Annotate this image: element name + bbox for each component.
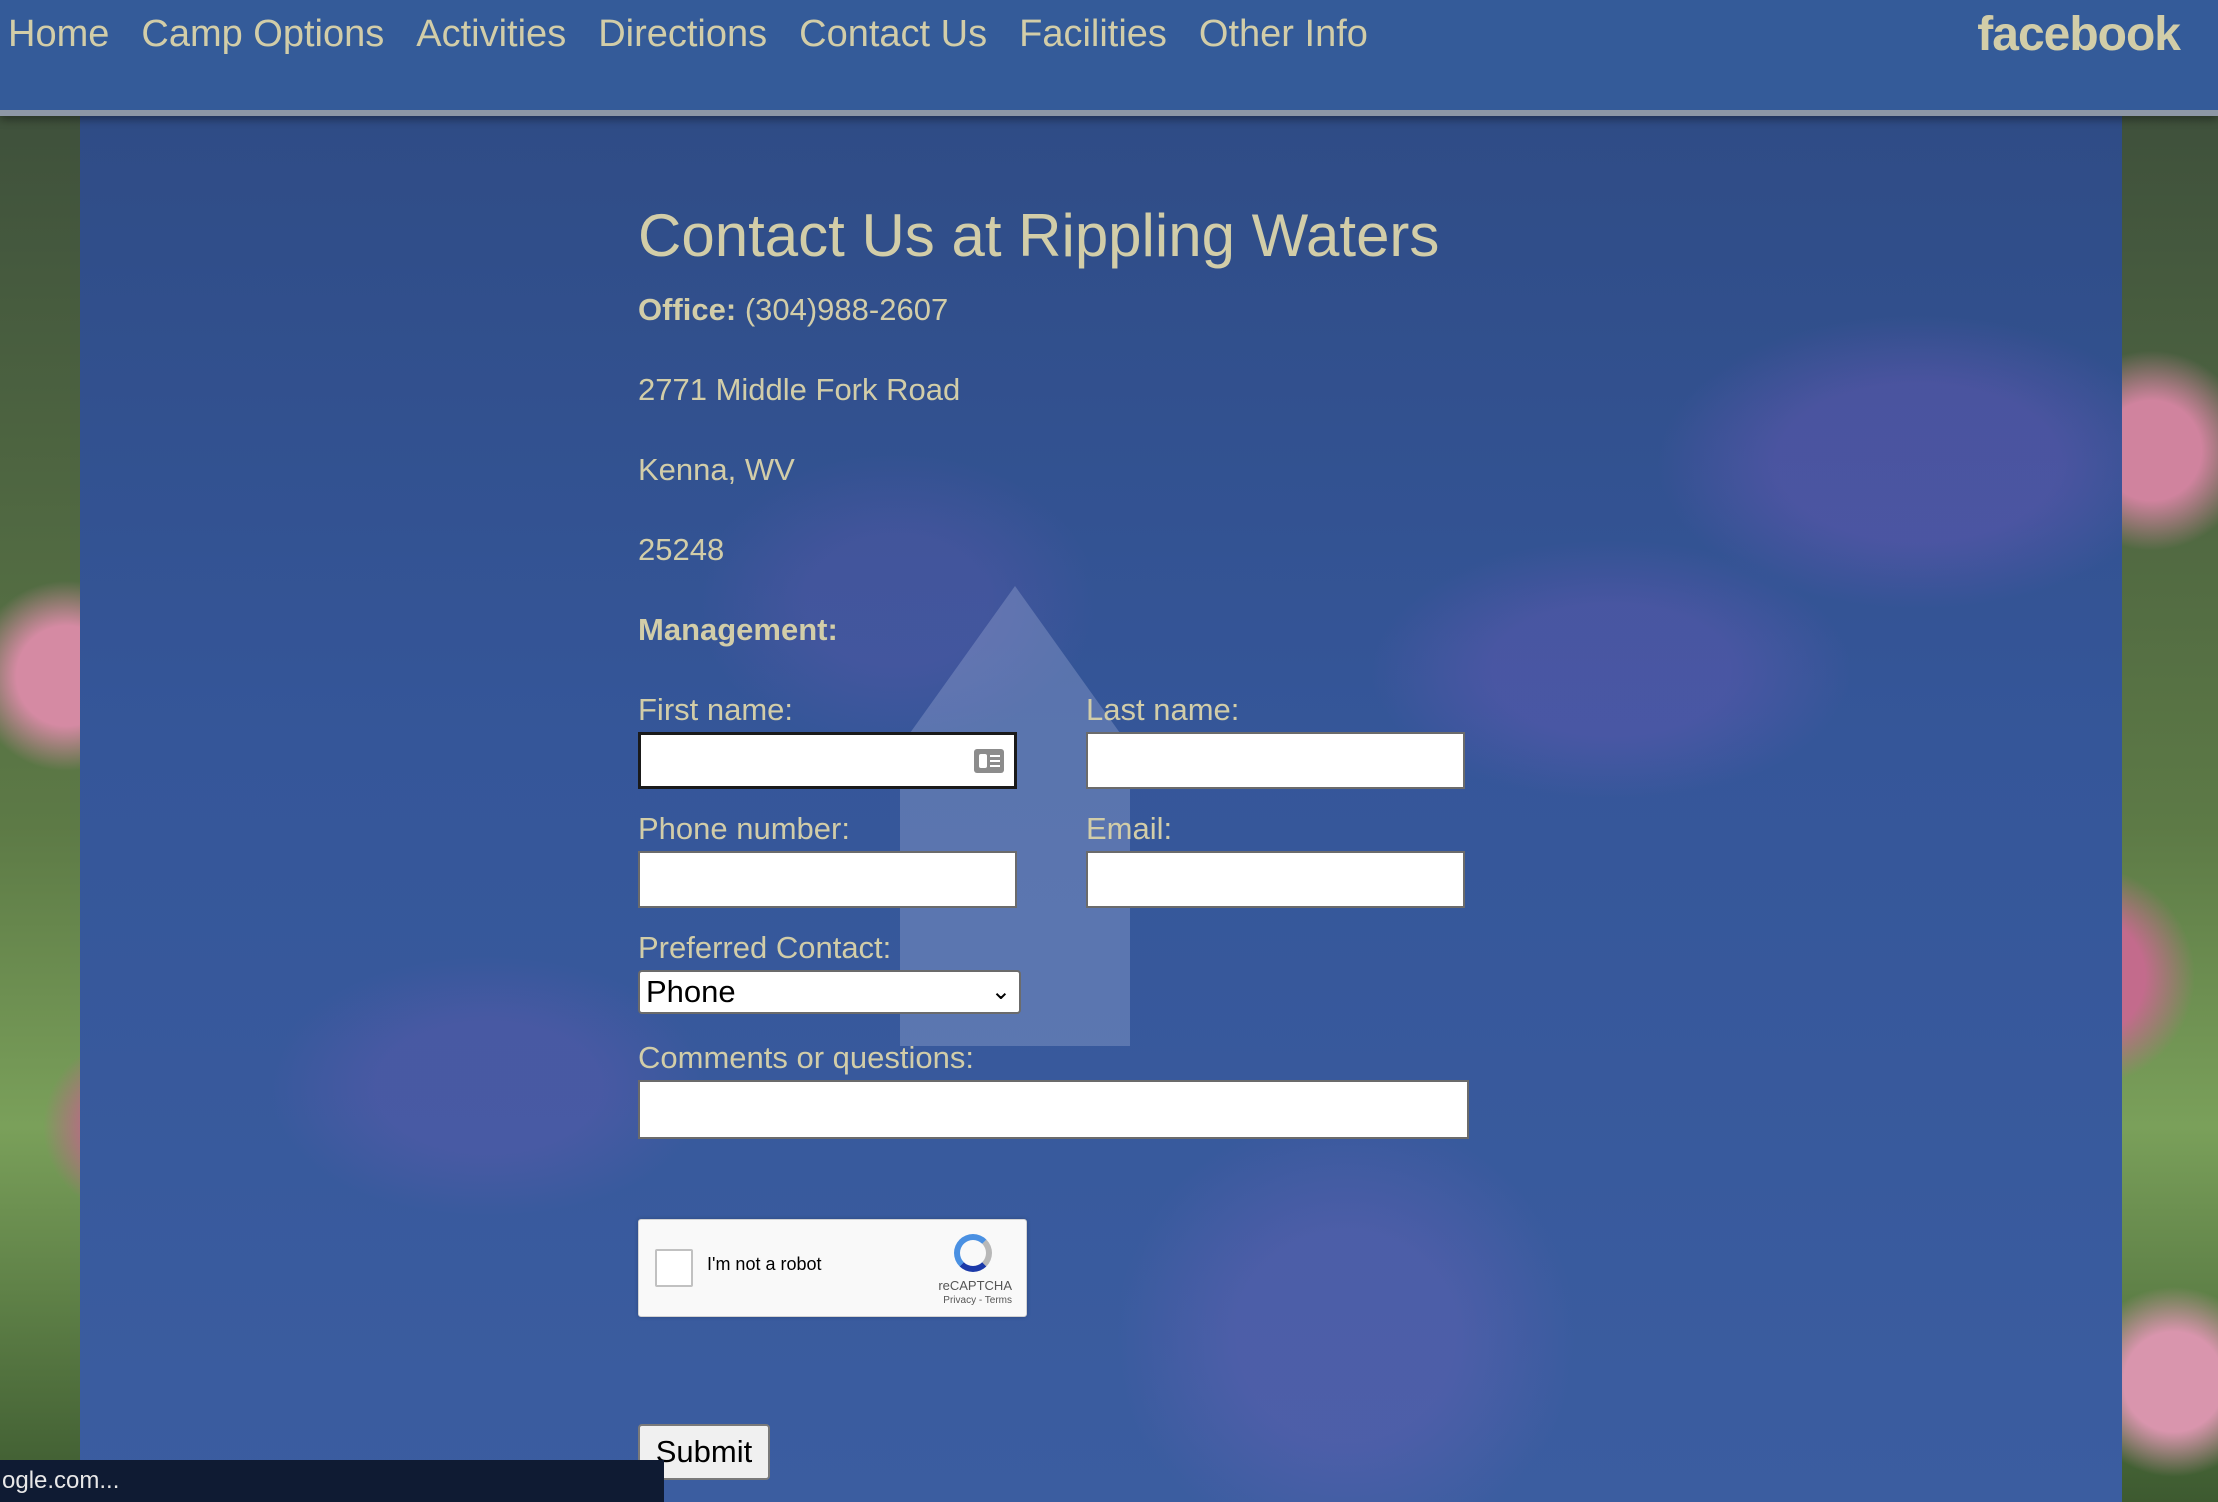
management-label: Management:: [638, 610, 1538, 690]
nav-item-facilities[interactable]: Facilities: [1003, 8, 1183, 60]
email-label: Email:: [1086, 811, 1173, 846]
office-phone: (304)988-2607: [744, 292, 949, 327]
nav-item-activities[interactable]: Activities: [400, 8, 582, 60]
recaptcha-brand: reCAPTCHA: [938, 1278, 1012, 1293]
nav-menu: Home Camp Options Activities Directions …: [0, 8, 1384, 60]
facebook-link[interactable]: facebook: [1977, 4, 2181, 66]
last-name-label: Last name:: [1086, 692, 1240, 727]
chevron-down-icon: ⌄: [990, 978, 1011, 1005]
nav-item-directions[interactable]: Directions: [582, 8, 783, 60]
first-name-label: First name:: [638, 692, 794, 727]
first-name-input[interactable]: [638, 732, 1017, 789]
contact-section: Contact Us at Rippling Waters Office: (3…: [638, 196, 1538, 1480]
nav-item-camp-options[interactable]: Camp Options: [125, 8, 400, 60]
address-line-2: Kenna, WV: [638, 452, 795, 487]
recaptcha-widget: I'm not a robot reCAPTCHA Privacy - Term…: [638, 1219, 1027, 1317]
email-input[interactable]: [1086, 851, 1465, 908]
browser-status-bar: ogle.com...: [0, 1460, 664, 1502]
phone-input[interactable]: [638, 851, 1017, 908]
recaptcha-privacy-terms-links[interactable]: Privacy - Terms: [943, 1295, 1012, 1306]
phone-label: Phone number:: [638, 811, 850, 846]
phone-group: Phone number:: [638, 809, 1021, 928]
preferred-contact-label: Preferred Contact:: [638, 930, 892, 965]
recaptcha-checkbox[interactable]: [655, 1249, 693, 1287]
nav-item-contact-us[interactable]: Contact Us: [783, 8, 1003, 60]
management-heading: Management:: [638, 612, 838, 647]
first-name-group: First name:: [638, 690, 1021, 809]
contact-card-icon[interactable]: [974, 749, 1004, 773]
office-line: Office: (304)988-2607: [638, 290, 1538, 370]
recaptcha-label: I'm not a robot: [707, 1254, 822, 1274]
nav-item-home[interactable]: Home: [0, 8, 125, 60]
address-line-1: 2771 Middle Fork Road: [638, 372, 961, 407]
recaptcha-logo-icon: [954, 1234, 992, 1272]
zip-code: 25248: [638, 532, 725, 567]
preferred-contact-value: Phone: [646, 974, 736, 1009]
page-title: Contact Us at Rippling Waters: [638, 202, 1440, 269]
last-name-group: Last name:: [1086, 690, 1469, 809]
email-group: Email:: [1086, 809, 1469, 928]
comments-label: Comments or questions:: [638, 1040, 974, 1075]
name-row: First name: Last name:: [638, 690, 1538, 809]
top-navbar: Home Camp Options Activities Directions …: [0, 0, 2218, 116]
office-label: Office:: [638, 292, 737, 327]
nav-item-other-info[interactable]: Other Info: [1183, 8, 1384, 60]
preferred-contact-select[interactable]: Phone ⌄: [638, 970, 1021, 1014]
phone-email-row: Phone number: Email:: [638, 809, 1538, 928]
comments-input[interactable]: [638, 1080, 1469, 1139]
last-name-input[interactable]: [1086, 732, 1465, 789]
